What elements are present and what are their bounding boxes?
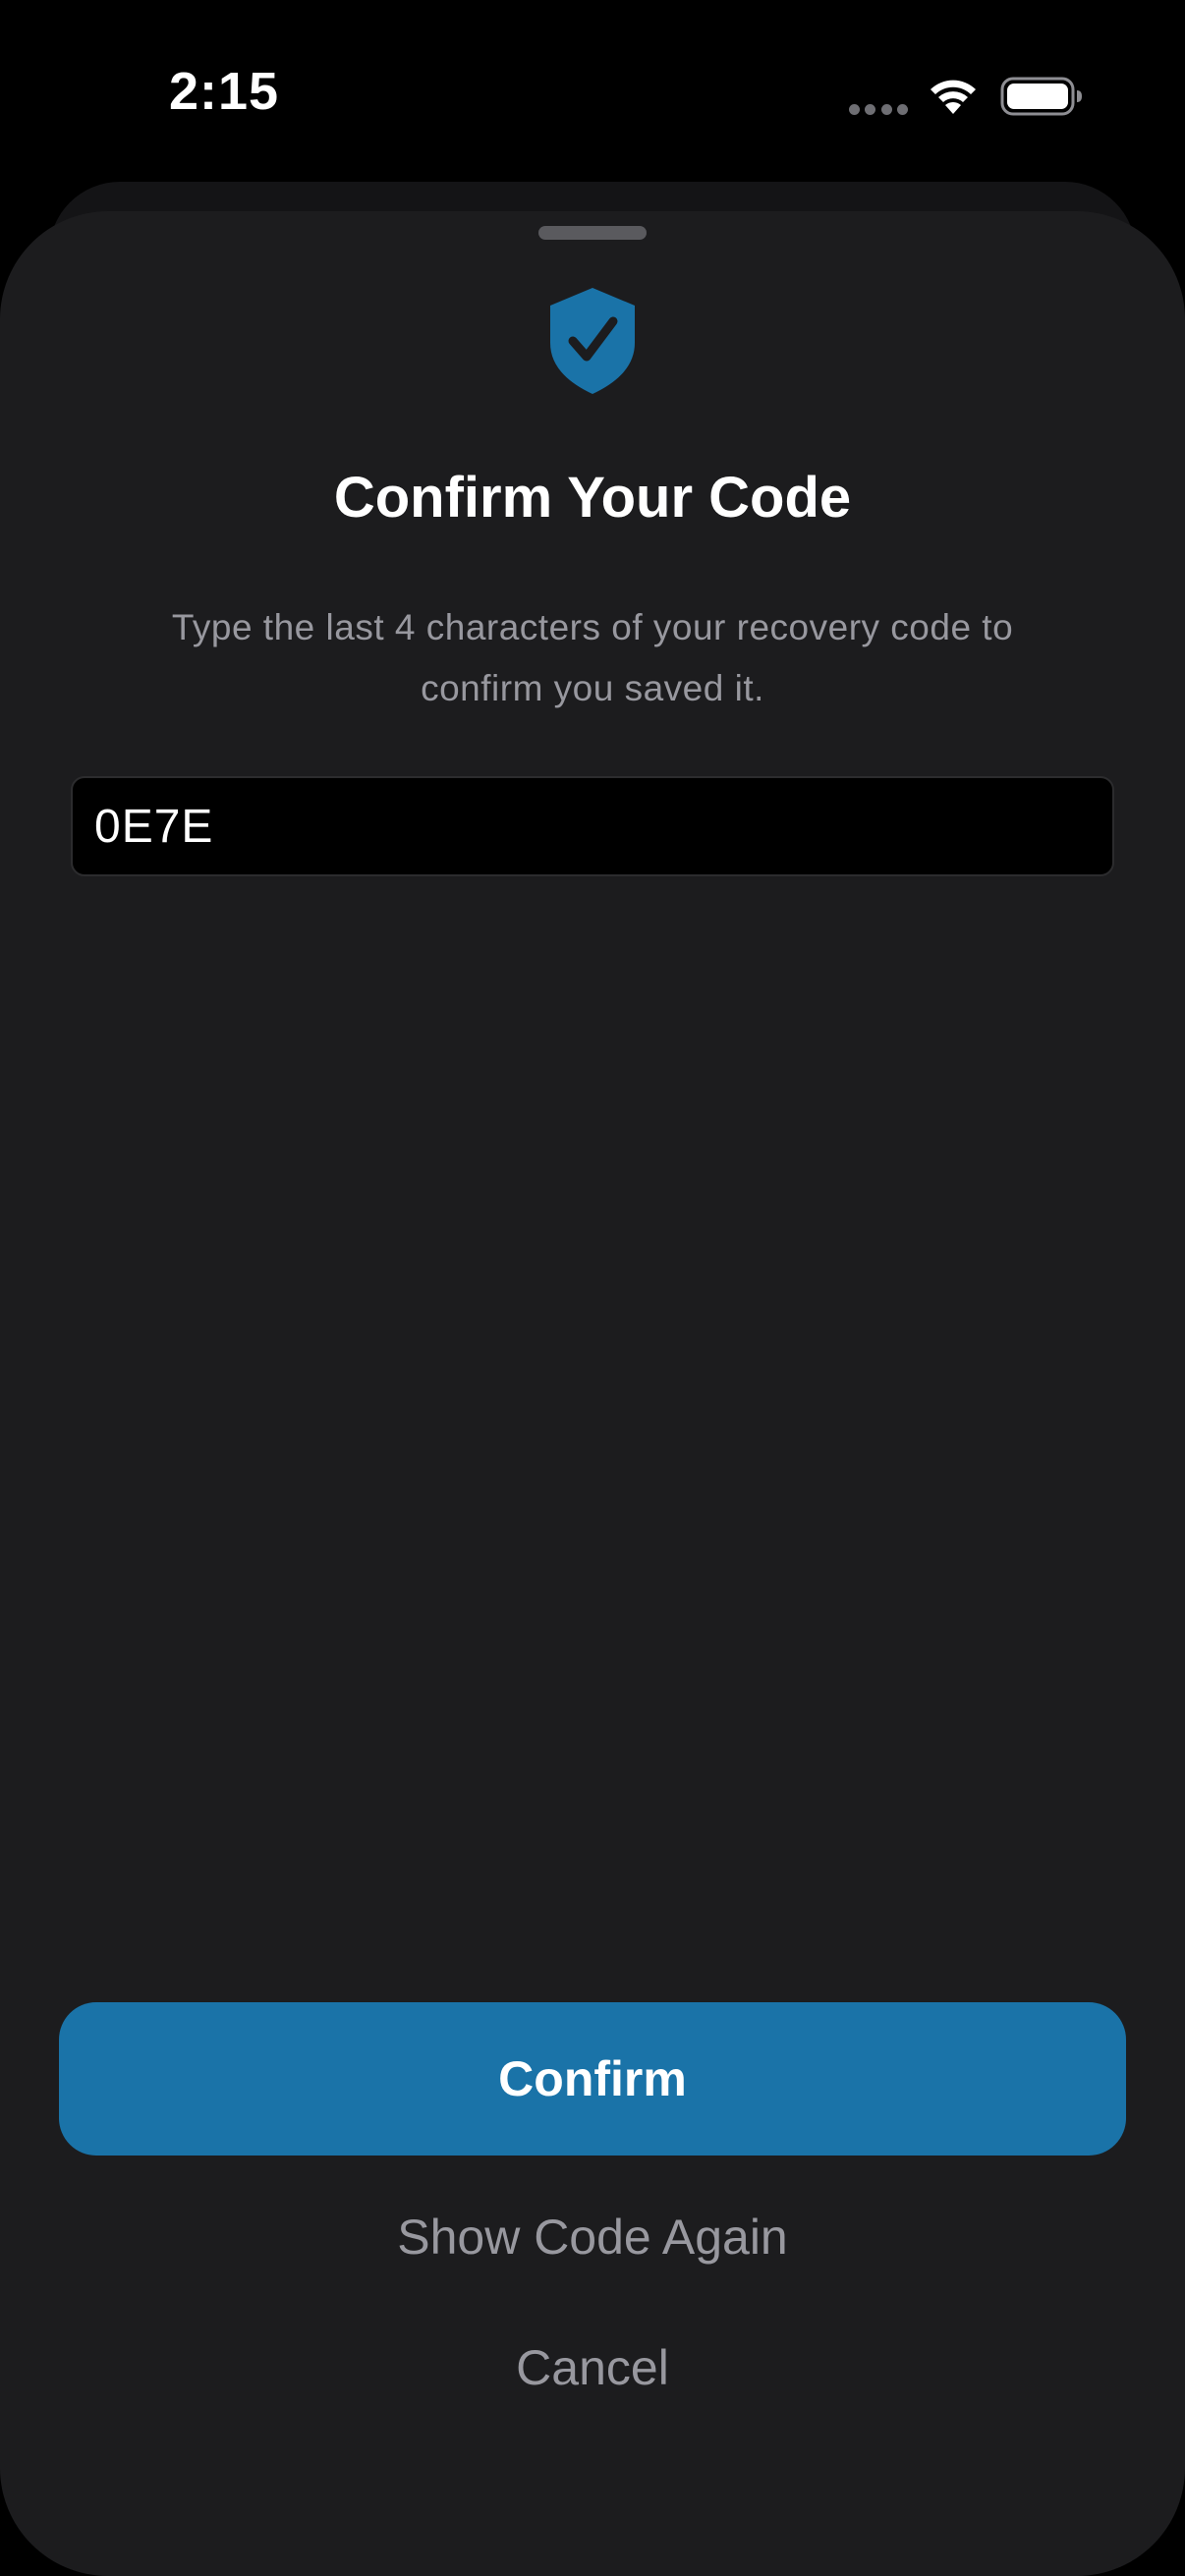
- status-bar: 2:15: [0, 0, 1185, 187]
- instruction-text: Type the last 4 characters of your recov…: [171, 607, 1014, 708]
- shield-check-icon: [550, 288, 635, 394]
- wifi-icon: [931, 80, 976, 114]
- signal-dots-icon: [849, 104, 908, 116]
- recovery-code-value: 0E7E: [94, 800, 214, 853]
- confirm-button[interactable]: Confirm: [59, 2002, 1126, 2156]
- status-time: 2:15: [169, 62, 280, 121]
- confirm-button-label: Confirm: [498, 2051, 687, 2106]
- battery-icon: [1000, 77, 1082, 116]
- cancel-button[interactable]: Cancel: [0, 2328, 1185, 2407]
- recovery-code-input[interactable]: 0E7E: [71, 776, 1114, 876]
- sheet-grabber[interactable]: [538, 226, 647, 240]
- confirm-code-sheet: Confirm Your Code Type the last 4 charac…: [0, 211, 1185, 2576]
- show-code-again-button[interactable]: Show Code Again: [0, 2198, 1185, 2276]
- page-title: Confirm Your Code: [333, 466, 852, 530]
